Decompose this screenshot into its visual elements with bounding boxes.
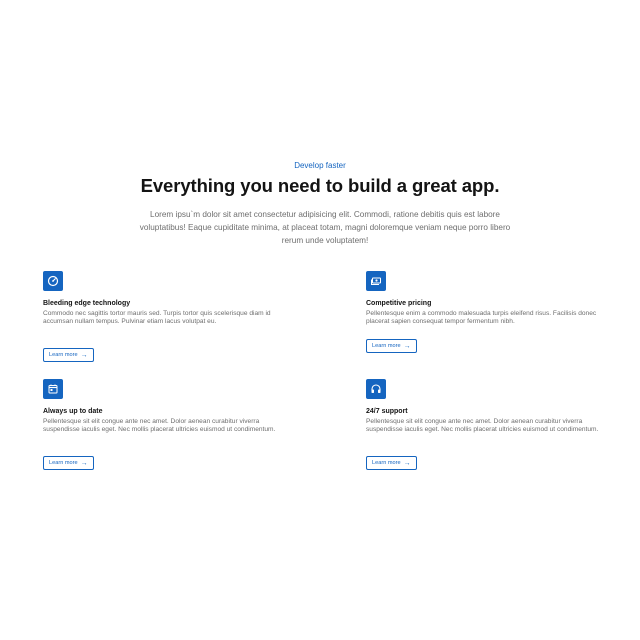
money-icon bbox=[366, 271, 386, 291]
section-eyebrow: Develop faster bbox=[294, 161, 346, 170]
calendar-icon bbox=[43, 379, 63, 399]
feature-title: Always up to date bbox=[43, 408, 103, 415]
arrow-right-icon: → bbox=[403, 342, 411, 350]
feature-description: Commodo nec sagittis tortor mauris sed. … bbox=[43, 310, 271, 326]
learn-more-label: Learn more bbox=[49, 352, 78, 358]
learn-more-button[interactable]: Learn more → bbox=[43, 348, 94, 362]
learn-more-button[interactable]: Learn more → bbox=[366, 339, 417, 353]
arrow-right-icon: → bbox=[403, 459, 411, 467]
learn-more-label: Learn more bbox=[372, 460, 401, 466]
feature-description: Pellentesque sit elit congue ante nec am… bbox=[43, 418, 276, 434]
feature-card-bleeding-edge: Bleeding edge technology Commodo nec sag… bbox=[43, 271, 283, 362]
feature-card-pricing: Competitive pricing Pellentesque enim a … bbox=[366, 271, 606, 353]
learn-more-label: Learn more bbox=[49, 460, 78, 466]
feature-title: 24/7 support bbox=[366, 408, 408, 415]
arrow-right-icon: → bbox=[80, 351, 88, 359]
feature-description: Pellentesque enim a commodo malesuada tu… bbox=[366, 310, 597, 326]
learn-more-button[interactable]: Learn more → bbox=[366, 456, 417, 470]
features-section: Develop faster Everything you need to bu… bbox=[0, 0, 640, 640]
feature-title: Bleeding edge technology bbox=[43, 300, 131, 307]
arrow-right-icon: → bbox=[80, 459, 88, 467]
speedometer-icon bbox=[43, 271, 63, 291]
section-lead: Lorem ipsu`m dolor sit amet consectetur … bbox=[139, 210, 511, 245]
feature-description: Pellentesque sit elit congue ante nec am… bbox=[366, 418, 599, 434]
learn-more-button[interactable]: Learn more → bbox=[43, 456, 94, 470]
learn-more-label: Learn more bbox=[372, 343, 401, 349]
section-headline: Everything you need to build a great app… bbox=[140, 175, 500, 196]
headset-icon bbox=[366, 379, 386, 399]
feature-title: Competitive pricing bbox=[366, 300, 432, 307]
feature-card-support: 24/7 support Pellentesque sit elit congu… bbox=[366, 379, 606, 470]
feature-card-up-to-date: Always up to date Pellentesque sit elit … bbox=[43, 379, 283, 470]
